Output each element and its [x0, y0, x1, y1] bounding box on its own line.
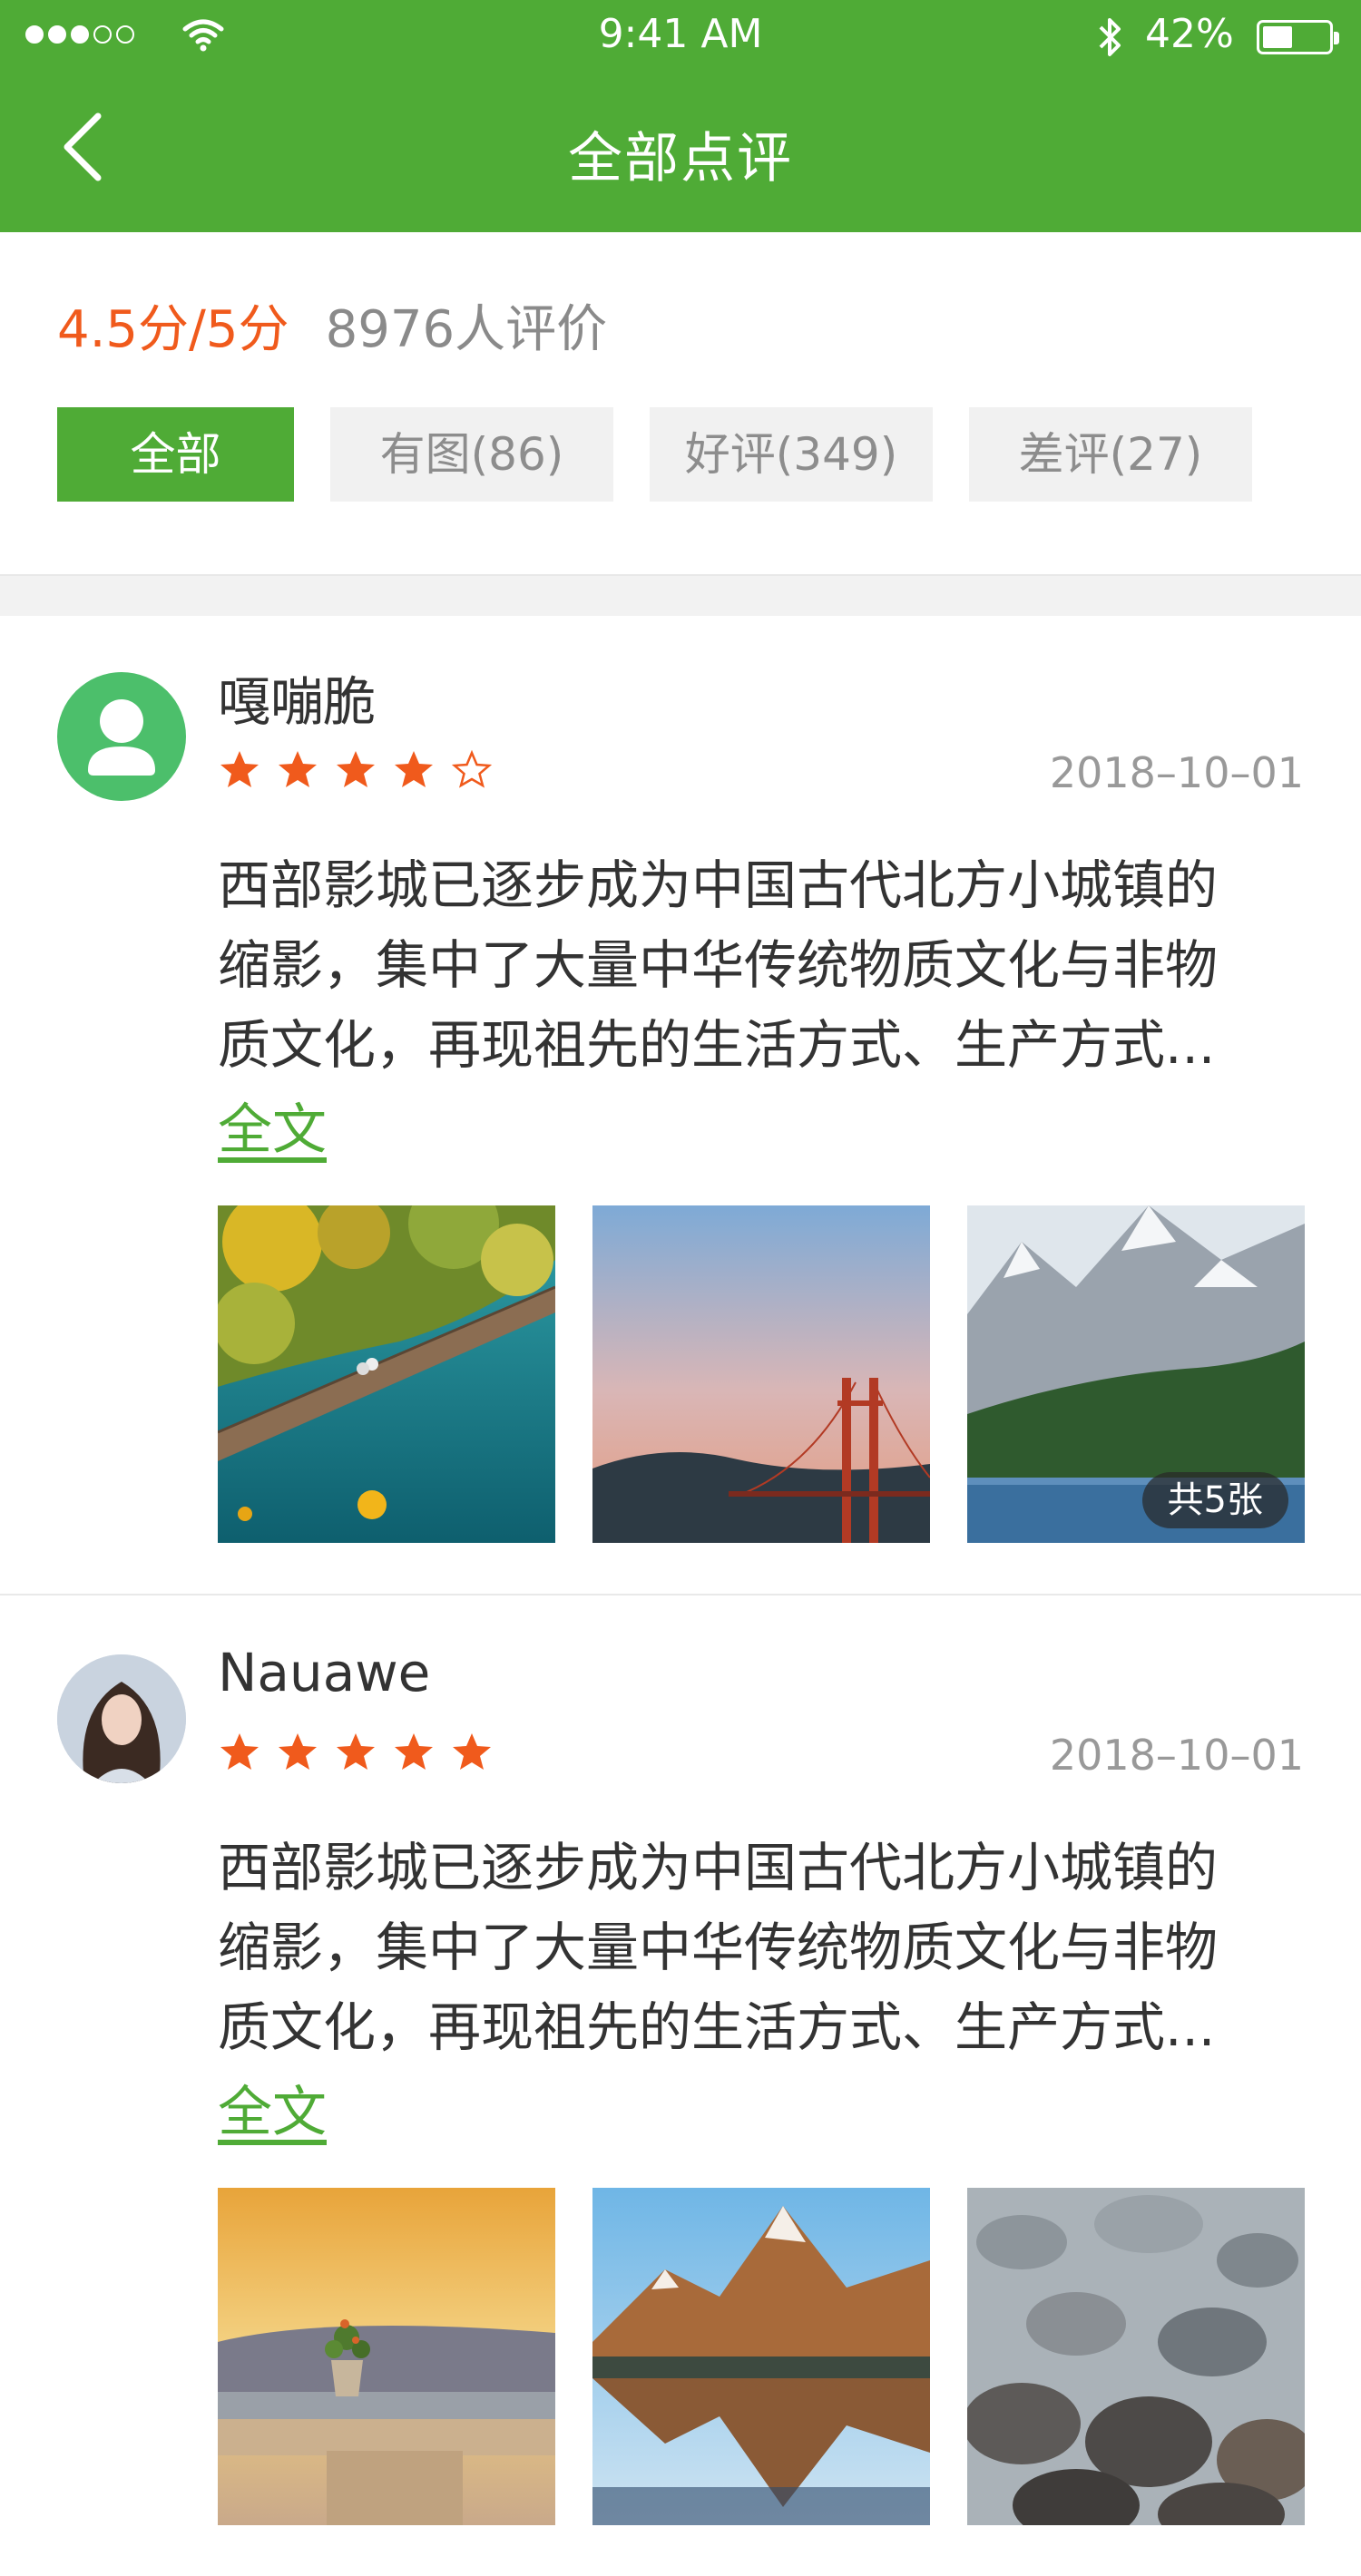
- review-item: 嘎嘣脆 2018–10–01 西部影城已逐步成为中国古代北方小城镇的 缩影，集中…: [0, 614, 1361, 1595]
- lake-boardwalk-photo[interactable]: [218, 1205, 555, 1543]
- photo-count-badge: 共5张: [1141, 1472, 1288, 1528]
- star-filled-icon: [220, 1733, 259, 1770]
- star-filled-icon: [220, 751, 259, 787]
- star-empty-icon: [451, 749, 493, 788]
- star-rating: [218, 748, 494, 792]
- star-filled-icon: [279, 1733, 317, 1770]
- review-username[interactable]: 嘎嘣脆: [218, 659, 376, 736]
- review-divider: [0, 1594, 1361, 1595]
- star-filled-icon: [453, 1733, 491, 1770]
- app-header: 9:41 AM 42% 全部点评: [0, 0, 1361, 232]
- star-filled-icon: [395, 751, 433, 787]
- battery-percent: 42%: [1145, 11, 1234, 57]
- review-item: Nauawe 2018–10–01 西部影城已逐步成为中国古代北方小城镇的 缩影…: [0, 1596, 1361, 2576]
- review-text: 西部影城已逐步成为中国古代北方小城镇的 缩影，集中了大量中华传统物质文化与非物 …: [218, 1828, 1307, 2067]
- star-filled-icon: [337, 751, 375, 787]
- review-photos: 共5张: [218, 1205, 1305, 1543]
- sunset-plant-table-photo[interactable]: [218, 2188, 555, 2525]
- star-filled-icon: [395, 1733, 433, 1770]
- review-username[interactable]: Nauawe: [218, 1642, 430, 1703]
- star-rating: [218, 1731, 494, 1774]
- review-photos: [218, 2188, 1305, 2525]
- filter-tab-positive[interactable]: 好评(349): [650, 407, 933, 502]
- filter-tab-negative[interactable]: 差评(27): [969, 407, 1252, 502]
- bluetooth-icon: [1099, 18, 1121, 56]
- star-filled-icon: [279, 751, 317, 787]
- review-text: 西部影城已逐步成为中国古代北方小城镇的 缩影，集中了大量中华传统物质文化与非物 …: [218, 845, 1307, 1085]
- read-full-link[interactable]: 全文: [218, 2068, 327, 2147]
- battery-icon: [1257, 20, 1339, 54]
- river-stones-photo[interactable]: [967, 2188, 1305, 2525]
- review-text-line: 西部影城已逐步成为中国古代北方小城镇的: [218, 1837, 1219, 1898]
- rating-summary: 4.5分/5分 8976人评价: [57, 288, 607, 362]
- read-full-link[interactable]: 全文: [218, 1086, 327, 1165]
- filter-tab-all[interactable]: 全部: [57, 407, 294, 502]
- user-photo-avatar[interactable]: [57, 1654, 186, 1783]
- mountain-reflection-photo[interactable]: [592, 2188, 930, 2525]
- review-text-line: 缩影，集中了大量中华传统物质文化与非物: [218, 1917, 1219, 1978]
- golden-gate-bridge-photo[interactable]: [592, 1205, 930, 1543]
- page-title: 全部点评: [568, 127, 793, 190]
- average-score: 4.5分/5分: [57, 300, 289, 359]
- star-filled-icon: [337, 1733, 375, 1770]
- filter-tab-with-photos[interactable]: 有图(86): [330, 407, 613, 502]
- review-text-line: 质文化，再现祖先的生活方式、生产方式...: [218, 1014, 1216, 1076]
- default-user-icon[interactable]: [57, 672, 186, 801]
- review-date: 2018–10–01: [1049, 1731, 1304, 1780]
- review-date: 2018–10–01: [1049, 748, 1304, 797]
- status-bar: 9:41 AM 42%: [0, 0, 1361, 73]
- mountain-lake-photo[interactable]: 共5张: [967, 1205, 1305, 1543]
- section-divider: [0, 574, 1361, 616]
- reviewer-count: 8976人评价: [325, 300, 608, 359]
- review-text-line: 缩影，集中了大量中华传统物质文化与非物: [218, 934, 1219, 996]
- review-text-line: 西部影城已逐步成为中国古代北方小城镇的: [218, 854, 1219, 916]
- review-text-line: 质文化，再现祖先的生活方式、生产方式...: [218, 1996, 1216, 2058]
